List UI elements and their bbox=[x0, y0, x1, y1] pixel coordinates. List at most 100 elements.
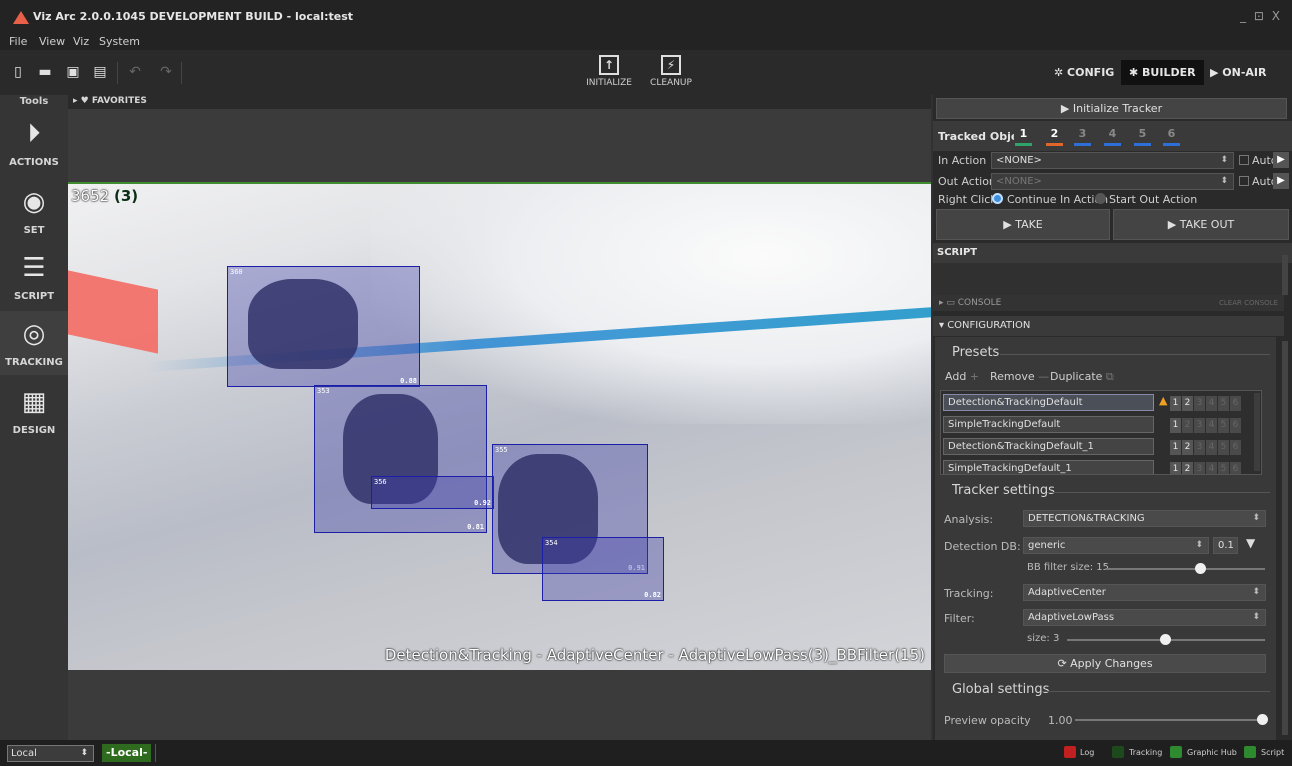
menu-viz[interactable]: Viz bbox=[73, 35, 89, 48]
preset-slot[interactable]: 1 bbox=[1170, 396, 1181, 411]
out-action-select[interactable]: <NONE> ⬍ bbox=[991, 173, 1234, 190]
cleanup-button[interactable]: ⚡ CLEANUP bbox=[648, 55, 694, 88]
script-editor[interactable] bbox=[933, 263, 1285, 297]
preset-slot[interactable]: 6 bbox=[1230, 396, 1241, 411]
filter-select[interactable]: AdaptiveLowPass ⬍ bbox=[1023, 609, 1266, 626]
preset-slot-numbers[interactable]: 123456 bbox=[1170, 439, 1242, 455]
preset-slot[interactable]: 1 bbox=[1170, 440, 1181, 455]
bounding-box[interactable]: 360 0.88 bbox=[227, 266, 420, 387]
initialize-tracker-button[interactable]: ▶ Initialize Tracker bbox=[936, 98, 1287, 119]
in-action-pick-icon[interactable]: ▶ bbox=[1273, 152, 1289, 168]
favorites-toggle[interactable]: ▸ ♥ FAVORITES bbox=[73, 96, 147, 106]
presets-scrollbar[interactable] bbox=[1254, 393, 1260, 471]
tracking-select[interactable]: AdaptiveCenter ⬍ bbox=[1023, 584, 1266, 601]
preset-slot-numbers[interactable]: 123456 bbox=[1170, 461, 1242, 474]
detection-threshold-input[interactable]: 0.1 bbox=[1213, 537, 1238, 554]
tracking-status[interactable]: Tracking bbox=[1129, 748, 1162, 757]
preset-slot[interactable]: 3 bbox=[1194, 418, 1205, 433]
in-action-select[interactable]: <NONE> ⬍ bbox=[991, 152, 1234, 169]
builder-mode-button[interactable]: ✱ BUILDER bbox=[1121, 60, 1204, 85]
out-action-auto-checkbox[interactable] bbox=[1239, 176, 1249, 186]
preset-slot[interactable]: 5 bbox=[1218, 418, 1229, 433]
preview-opacity-slider[interactable] bbox=[1075, 719, 1263, 721]
preset-slot[interactable]: 6 bbox=[1230, 418, 1241, 433]
onair-mode-button[interactable]: ▶ ON-AIR bbox=[1202, 60, 1275, 85]
favorites-bar[interactable]: ▸ ♥ FAVORITES bbox=[68, 95, 931, 109]
bounding-box[interactable]: 354 0.82 bbox=[542, 537, 664, 601]
add-preset-button[interactable]: Add + bbox=[945, 370, 979, 383]
tool-actions[interactable]: ⏵ ACTIONS bbox=[0, 111, 68, 175]
preset-item[interactable]: Detection&TrackingDefault_1 bbox=[943, 438, 1154, 455]
preset-slot[interactable]: 5 bbox=[1218, 440, 1229, 455]
video-preview[interactable]: 3652 (3) 360 0.88 353 0.81 356 0.92 355 … bbox=[68, 182, 931, 670]
undo-icon[interactable]: ↶ bbox=[127, 64, 143, 80]
graphic-hub-status[interactable]: Graphic Hub bbox=[1187, 748, 1237, 757]
preset-slot[interactable]: 6 bbox=[1230, 440, 1241, 455]
tool-design[interactable]: ▦ DESIGN bbox=[0, 379, 68, 443]
continue-in-action-radio[interactable] bbox=[992, 193, 1003, 204]
preset-slot[interactable]: 1 bbox=[1170, 462, 1181, 474]
tool-script[interactable]: ☰ SCRIPT bbox=[0, 245, 68, 309]
out-action-pick-icon[interactable]: ▶ bbox=[1273, 173, 1289, 189]
window-controls[interactable]: _ ⊡ X bbox=[1240, 9, 1282, 23]
filter-icon[interactable]: ▼ bbox=[1246, 536, 1255, 550]
bb-filter-slider-knob[interactable] bbox=[1195, 563, 1206, 574]
preset-item[interactable]: SimpleTrackingDefault_1 bbox=[943, 460, 1154, 474]
preset-slot[interactable]: 2 bbox=[1182, 462, 1193, 474]
detection-db-select[interactable]: generic ⬍ bbox=[1023, 537, 1209, 554]
remove-preset-button[interactable]: Remove — bbox=[990, 370, 1049, 383]
tool-tracking[interactable]: ◎ TRACKING bbox=[0, 311, 68, 375]
preset-slot[interactable]: 2 bbox=[1182, 440, 1193, 455]
apply-changes-button[interactable]: ⟳ Apply Changes bbox=[944, 654, 1266, 673]
start-out-action-radio[interactable] bbox=[1095, 193, 1106, 204]
menu-system[interactable]: System bbox=[99, 35, 140, 48]
preset-slot[interactable]: 2 bbox=[1182, 396, 1193, 411]
take-out-button[interactable]: ▶ TAKE OUT bbox=[1113, 209, 1289, 240]
open-folder-icon[interactable]: ▬ bbox=[37, 64, 53, 80]
bounding-box[interactable]: 356 0.92 bbox=[371, 476, 494, 509]
preview-opacity-slider-knob[interactable] bbox=[1257, 714, 1268, 725]
preset-slot[interactable]: 3 bbox=[1194, 396, 1205, 411]
bounding-box[interactable]: 353 0.81 bbox=[314, 385, 487, 533]
preset-slot-numbers[interactable]: 123456 bbox=[1170, 417, 1242, 433]
preset-slot[interactable]: 4 bbox=[1206, 418, 1217, 433]
redo-icon[interactable]: ↷ bbox=[158, 64, 174, 80]
menu-file[interactable]: File bbox=[9, 35, 27, 48]
preset-slot-numbers[interactable]: 123456 bbox=[1170, 395, 1242, 411]
tracked-object-6[interactable]: 6 bbox=[1162, 125, 1181, 147]
in-action-auto-checkbox[interactable] bbox=[1239, 155, 1249, 165]
size-slider-knob[interactable] bbox=[1160, 634, 1171, 645]
script-status[interactable]: Script bbox=[1261, 748, 1284, 757]
clear-console-button[interactable]: CLEAR CONSOLE bbox=[1219, 295, 1278, 311]
analysis-select[interactable]: DETECTION&TRACKING ⬍ bbox=[1023, 510, 1266, 527]
configuration-section-header[interactable]: ▾ CONFIGURATION bbox=[933, 316, 1284, 336]
config-mode-button[interactable]: ✲ CONFIG bbox=[1046, 60, 1122, 85]
preset-slot[interactable]: 3 bbox=[1194, 440, 1205, 455]
tracked-object-4[interactable]: 4 bbox=[1103, 125, 1122, 147]
preset-slot[interactable]: 4 bbox=[1206, 440, 1217, 455]
save-icon[interactable]: ▣ bbox=[65, 64, 81, 80]
log-status[interactable]: Log bbox=[1080, 748, 1094, 757]
new-file-icon[interactable]: ▯ bbox=[10, 64, 26, 80]
initialize-button[interactable]: ↑ INITIALIZE bbox=[585, 55, 633, 88]
take-button[interactable]: ▶ TAKE bbox=[936, 209, 1110, 240]
connection-select[interactable]: Local ⬍ bbox=[7, 745, 94, 762]
preset-slot[interactable]: 5 bbox=[1218, 462, 1229, 474]
preset-slot[interactable]: 5 bbox=[1218, 396, 1229, 411]
tracked-object-5[interactable]: 5 bbox=[1133, 125, 1152, 147]
preset-slot[interactable]: 4 bbox=[1206, 396, 1217, 411]
tracked-object-3[interactable]: 3 bbox=[1073, 125, 1092, 147]
menu-view[interactable]: View bbox=[39, 35, 65, 48]
script-scrollbar[interactable] bbox=[1282, 255, 1288, 295]
preset-slot[interactable]: 3 bbox=[1194, 462, 1205, 474]
tracked-object-2[interactable]: 2 bbox=[1045, 125, 1064, 147]
preset-item[interactable]: Detection&TrackingDefault bbox=[943, 394, 1154, 411]
bb-filter-slider[interactable] bbox=[1105, 568, 1265, 570]
preset-slot[interactable]: 6 bbox=[1230, 462, 1241, 474]
duplicate-preset-button[interactable]: Duplicate ⧉ bbox=[1050, 370, 1114, 384]
save-as-icon[interactable]: ▤ bbox=[92, 64, 108, 80]
preset-item[interactable]: SimpleTrackingDefault bbox=[943, 416, 1154, 433]
config-scrollbar[interactable] bbox=[1282, 341, 1288, 735]
console-section-header[interactable]: ▸ ▭ CONSOLE CLEAR CONSOLE bbox=[933, 295, 1284, 311]
tool-set[interactable]: ◉ SET bbox=[0, 179, 68, 243]
